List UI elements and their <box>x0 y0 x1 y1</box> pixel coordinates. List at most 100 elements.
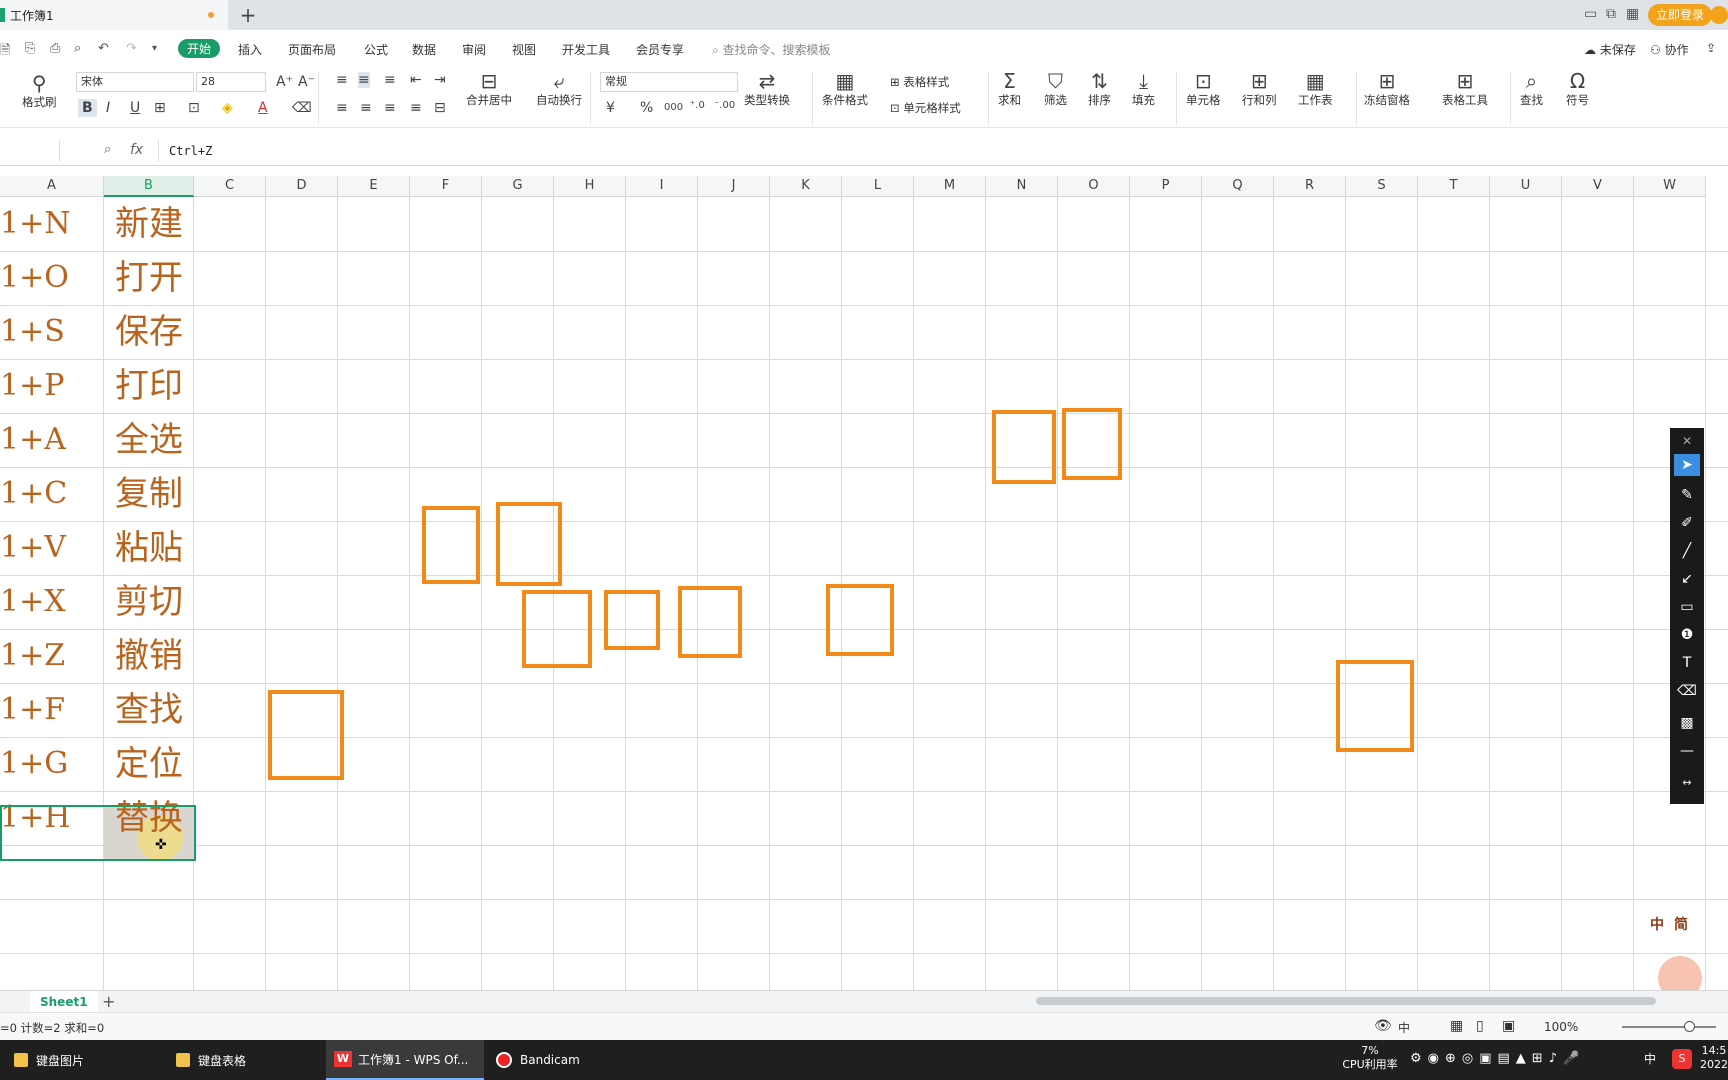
cell-button[interactable]: ⊡ 单元格 <box>1186 70 1221 108</box>
symbol-button[interactable]: Ω 符号 <box>1566 70 1589 108</box>
save-icon[interactable]: 🗎 <box>0 41 10 63</box>
increase-decimal-icon[interactable]: ⁺.0 <box>690 98 705 114</box>
tile-icon[interactable]: ⧉ <box>1606 6 1616 22</box>
tab-data[interactable]: 数据 <box>412 41 436 58</box>
decrease-decimal-icon[interactable]: ⁻.00 <box>714 98 735 114</box>
eye-protection-icon[interactable]: 👁 <box>1374 1018 1392 1034</box>
cell-a[interactable]: 1+P <box>0 359 104 413</box>
column-header-c[interactable]: C <box>194 176 266 197</box>
distribute-icon[interactable]: ⊟ <box>434 100 446 116</box>
cell-b[interactable]: 复制 <box>104 467 194 521</box>
apps-grid-icon[interactable]: ▦ <box>1626 6 1639 22</box>
column-header-g[interactable]: G <box>482 176 554 197</box>
fx-icon[interactable]: fx <box>130 142 143 158</box>
zoom-formula-icon[interactable]: ⌕ <box>104 142 111 157</box>
column-header-v[interactable]: V <box>1562 176 1634 197</box>
print-icon[interactable]: ⎙ <box>50 41 60 56</box>
cell-a[interactable]: 1+Z <box>0 629 104 683</box>
column-header-q[interactable]: Q <box>1202 176 1274 197</box>
cell-b[interactable]: 撤销 <box>104 629 194 683</box>
percent-button[interactable]: % <box>640 100 653 116</box>
name-box[interactable] <box>0 140 60 162</box>
currency-button[interactable]: ¥ <box>606 100 615 116</box>
redo-icon[interactable]: ↷ <box>126 41 137 56</box>
align-left-icon[interactable]: ≡ <box>336 100 348 116</box>
avatar[interactable] <box>1710 6 1728 24</box>
text-icon[interactable]: T <box>1674 652 1700 674</box>
tab-review[interactable]: 审阅 <box>462 41 486 58</box>
cell-a[interactable]: 1+S <box>0 305 104 359</box>
column-header-p[interactable]: P <box>1130 176 1202 197</box>
justify-icon[interactable]: ≡ <box>410 100 422 116</box>
cell-b[interactable]: 定位 <box>104 737 194 791</box>
underline-button[interactable]: U <box>130 100 140 116</box>
cell-a[interactable]: 1+X <box>0 575 104 629</box>
column-header-n[interactable]: N <box>986 176 1058 197</box>
cell-a[interactable]: 1+A <box>0 413 104 467</box>
cell-b[interactable]: 粘贴 <box>104 521 194 575</box>
column-header-j[interactable]: J <box>698 176 770 197</box>
expand-icon[interactable]: ↔ <box>1674 772 1700 794</box>
cell-a[interactable]: 1+C <box>0 467 104 521</box>
worksheet-button[interactable]: ▦ 工作表 <box>1298 70 1333 108</box>
align-center-icon[interactable]: ≡ <box>360 100 372 116</box>
cell-a[interactable]: 1+G <box>0 737 104 791</box>
column-header-h[interactable]: H <box>554 176 626 197</box>
indent-increase-icon[interactable]: ⇥ <box>434 72 446 88</box>
tab-formulas[interactable]: 公式 <box>364 41 388 58</box>
page-layout-view-icon[interactable]: ▯ <box>1476 1018 1484 1034</box>
zoom-slider[interactable] <box>1622 1026 1716 1028</box>
input-mode[interactable]: 中 <box>1398 1019 1410 1036</box>
pencil-icon[interactable]: ✎ <box>1674 484 1700 506</box>
cell-a[interactable]: 1+F <box>0 683 104 737</box>
new-tab-button[interactable]: + <box>238 3 258 27</box>
taskbar-item[interactable]: 键盘表格 <box>176 1040 326 1080</box>
formula-input[interactable]: Ctrl+Z <box>158 140 1718 162</box>
zoom-slider-knob[interactable] <box>1684 1021 1695 1032</box>
pointer-icon[interactable]: ➤ <box>1674 454 1700 476</box>
column-header-b[interactable]: B <box>104 176 194 197</box>
increase-font-icon[interactable]: A⁺ <box>276 74 293 90</box>
cell-a[interactable]: 1+N <box>0 197 104 251</box>
horizontal-scrollbar[interactable] <box>1036 997 1656 1005</box>
italic-button[interactable]: I <box>106 100 110 116</box>
tab-page-layout[interactable]: 页面布局 <box>288 41 336 58</box>
border-icon[interactable]: ⊞ <box>154 100 166 116</box>
cond-format-button[interactable]: ▦ 条件格式 <box>822 70 868 108</box>
column-header-l[interactable]: L <box>842 176 914 197</box>
format-painter-button[interactable]: ⚲ 格式刷 <box>22 72 57 110</box>
column-header-k[interactable]: K <box>770 176 842 197</box>
cell-b[interactable]: 打开 <box>104 251 194 305</box>
freeze-button[interactable]: ⊞ 冻结窗格 <box>1364 70 1410 108</box>
cell-b[interactable]: 全选 <box>104 413 194 467</box>
tray-icons[interactable]: ⚙◉⊕◎▣▤▲⊞♪🎤 <box>1410 1052 1585 1066</box>
column-header-e[interactable]: E <box>338 176 410 197</box>
zoom-level[interactable]: 100% <box>1544 1020 1578 1034</box>
spreadsheet-grid[interactable]: ABCDEFGHIJKLMNOPQRSTUVW 1+N 新建 1+O 打开 1+S 保存 1… <box>0 176 1728 990</box>
column-header-o[interactable]: O <box>1058 176 1130 197</box>
column-header-u[interactable]: U <box>1490 176 1562 197</box>
undo-icon[interactable]: ↶ <box>98 41 109 56</box>
cell-b[interactable]: 打印 <box>104 359 194 413</box>
share-icon[interactable]: ⇪ <box>1706 41 1716 55</box>
column-header-w[interactable]: W <box>1634 176 1706 197</box>
taskbar-item[interactable]: Bandicam <box>496 1040 646 1080</box>
align-right-icon[interactable]: ≡ <box>384 100 396 116</box>
bold-button[interactable]: B <box>78 99 97 117</box>
close-icon[interactable]: ✕ <box>1674 430 1700 452</box>
login-button[interactable]: 立即登录 <box>1648 4 1713 26</box>
tab-developer[interactable]: 开发工具 <box>562 41 610 58</box>
column-header-m[interactable]: M <box>914 176 986 197</box>
thousands-button[interactable]: 000 <box>664 100 683 116</box>
page-break-view-icon[interactable]: ▣ <box>1502 1018 1515 1034</box>
font-color-icon[interactable]: A <box>258 100 268 116</box>
font-size-select[interactable]: 28 <box>196 72 266 92</box>
cell-b[interactable]: 查找 <box>104 683 194 737</box>
add-sheet-button[interactable]: + <box>102 992 115 1011</box>
cell-a[interactable]: 1+O <box>0 251 104 305</box>
cell-style-button[interactable]: ⊡ 单元格样式 <box>890 100 961 116</box>
rectangle-icon[interactable]: ▭ <box>1674 596 1700 618</box>
column-header-t[interactable]: T <box>1418 176 1490 197</box>
sort-button[interactable]: ⇅ 排序 <box>1088 70 1111 108</box>
font-name-select[interactable]: 宋体 <box>76 72 194 92</box>
